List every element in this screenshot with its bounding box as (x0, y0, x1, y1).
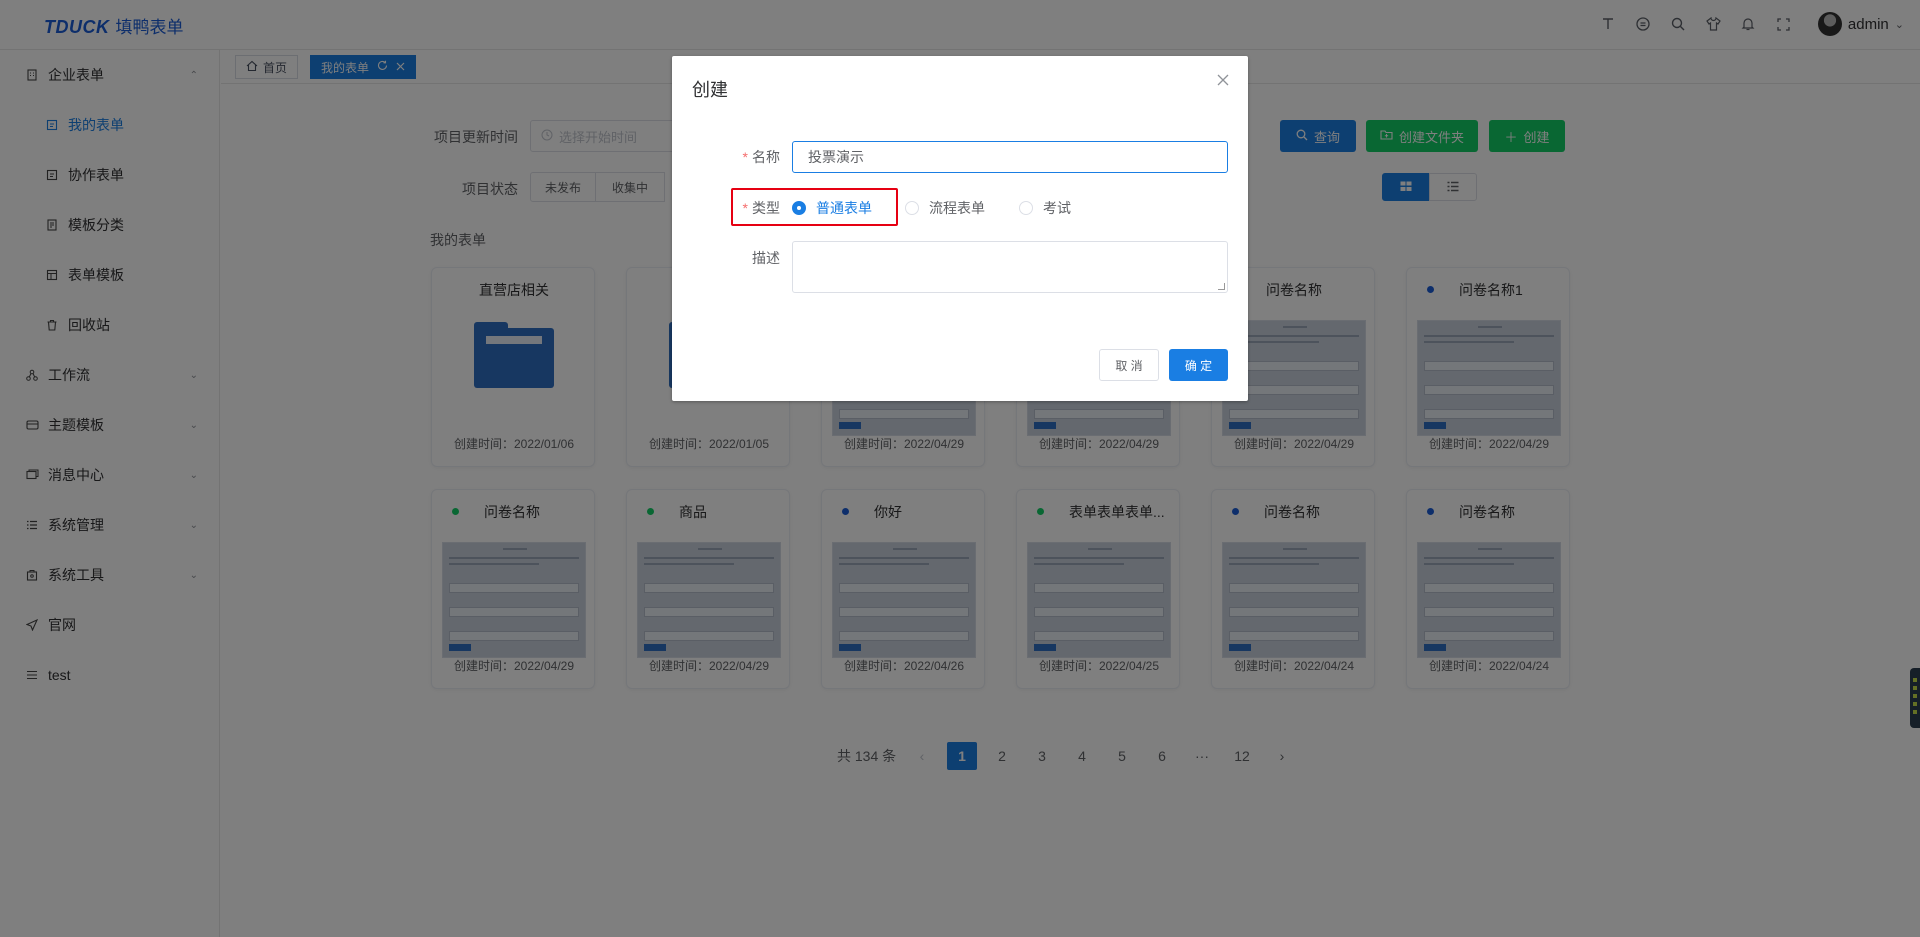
name-label: * 名称 (742, 149, 780, 165)
close-icon[interactable] (1216, 74, 1230, 88)
name-input[interactable]: 投票演示 (792, 141, 1228, 173)
description-textarea[interactable] (792, 241, 1228, 293)
radio-label: 考试 (1043, 200, 1071, 216)
desc-label: 描述 (752, 250, 780, 266)
confirm-button[interactable]: 确 定 (1169, 349, 1228, 381)
resize-handle[interactable] (1218, 283, 1225, 290)
radio-label: 流程表单 (929, 200, 985, 216)
radio-unchecked-icon (905, 201, 919, 215)
type-option-exam[interactable]: 考试 (1019, 198, 1071, 218)
create-dialog: 创建 * 名称 投票演示 * 类型 普通表单 流程表单 考试 描述 取 消 确 定 (672, 56, 1248, 401)
radio-unchecked-icon (1019, 201, 1033, 215)
dialog-title: 创建 (692, 80, 728, 100)
type-option-flow-form[interactable]: 流程表单 (905, 198, 985, 218)
highlight-annotation (731, 188, 898, 226)
cancel-button[interactable]: 取 消 (1099, 349, 1159, 381)
